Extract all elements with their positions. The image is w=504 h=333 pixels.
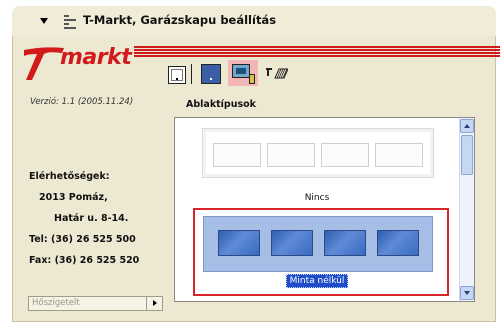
window-type-list[interactable]: Nincs Minta nélkül bbox=[174, 117, 475, 302]
insulation-select[interactable]: Hőszigetelt bbox=[28, 296, 163, 311]
logo-text: markt bbox=[60, 45, 132, 70]
door-type-button[interactable] bbox=[164, 60, 194, 86]
contact-street: Határ u. 8-14. bbox=[54, 213, 129, 224]
handle-accessory-icon bbox=[266, 68, 288, 79]
contact-city: 2013 Pomáz, bbox=[39, 192, 108, 203]
logo-stripes bbox=[134, 46, 500, 58]
scrollbar-thumb[interactable] bbox=[461, 135, 473, 175]
title-bar: T-Markt, Garázskapu beállítás bbox=[12, 6, 496, 36]
door-color-button[interactable] bbox=[196, 60, 226, 86]
list-item-minta-nelkul[interactable]: Minta nélkül bbox=[175, 204, 459, 300]
contact-phone: Tel: (36) 26 525 500 bbox=[29, 234, 136, 245]
contact-heading: Elérhetőségek: bbox=[29, 171, 110, 182]
contact-info: Elérhetőségek: 2013 Pomáz, Határ u. 8-14… bbox=[29, 166, 139, 271]
select-arrow-icon[interactable] bbox=[146, 297, 162, 310]
option-toolbar bbox=[164, 60, 300, 86]
list-item-label-selected: Minta nélkül bbox=[175, 274, 459, 288]
window-title: T-Markt, Garázskapu beállítás bbox=[83, 13, 277, 27]
brand-banner: markt bbox=[16, 40, 500, 88]
window-type-button[interactable] bbox=[228, 60, 258, 86]
small-door-icon bbox=[249, 74, 255, 84]
form-icon bbox=[64, 15, 76, 29]
garage-door-icon bbox=[168, 66, 186, 84]
scroll-down-icon[interactable] bbox=[460, 286, 474, 300]
collapse-arrow-icon[interactable] bbox=[40, 18, 48, 24]
garage-door-blue-icon bbox=[201, 64, 221, 84]
list-item-none[interactable]: Nincs bbox=[175, 123, 459, 208]
insulation-select-value: Hőszigetelt bbox=[32, 298, 80, 308]
t-markt-logo-icon bbox=[24, 47, 64, 80]
vertical-scrollbar[interactable] bbox=[459, 118, 474, 301]
contact-fax: Fax: (36) 26 525 520 bbox=[29, 255, 140, 266]
height-arrow-icon bbox=[191, 64, 192, 84]
scroll-up-icon[interactable] bbox=[460, 119, 474, 133]
version-label: Verzió: 1.1 (2005.11.24) bbox=[30, 97, 134, 107]
window-types-heading: Ablaktípusok bbox=[186, 99, 256, 110]
blue-window-panel-image bbox=[203, 216, 433, 272]
window-panel-icon bbox=[232, 64, 250, 78]
list-item-label: Nincs bbox=[304, 193, 330, 203]
plain-panel-image bbox=[202, 128, 434, 178]
accessory-button[interactable] bbox=[260, 60, 298, 86]
